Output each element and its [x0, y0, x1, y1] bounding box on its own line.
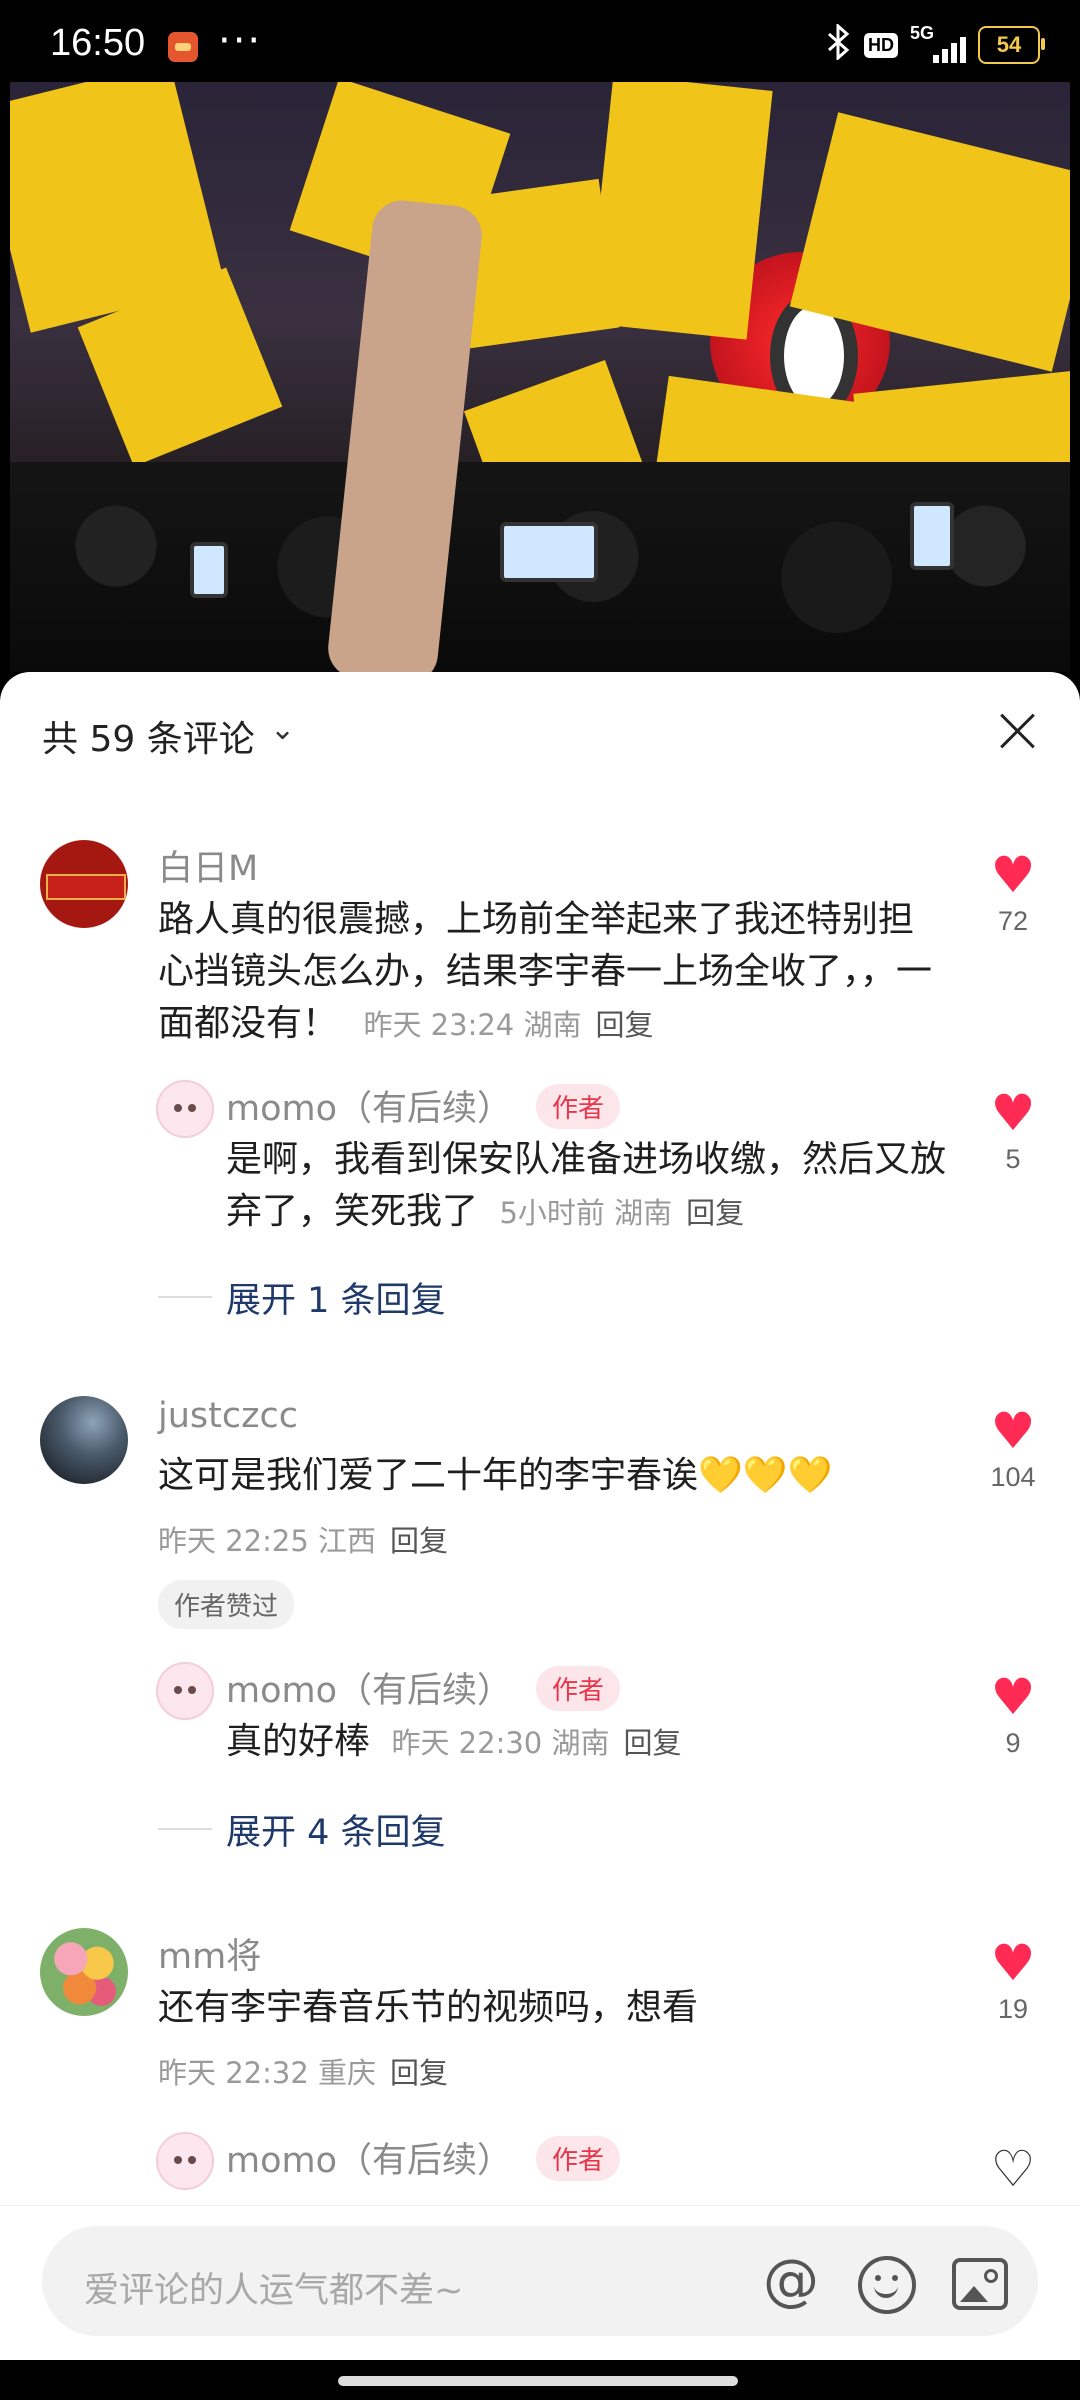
reply-body: 真的好棒 — [226, 1721, 371, 1762]
comment-count[interactable]: 共 59 条评论 — [42, 710, 255, 762]
phone-screen — [500, 522, 598, 582]
phone-screen — [910, 502, 954, 570]
like-count: 5 — [1005, 1144, 1021, 1174]
signal-icon: 5G — [910, 23, 966, 65]
comment-meta-row: 昨天 22:25 江西 回复 — [158, 1518, 448, 1560]
reply-username[interactable]: momo（有后续） — [226, 2132, 512, 2183]
like-count: 104 — [990, 1462, 1036, 1492]
like-count: 72 — [997, 906, 1029, 936]
reply-button[interactable]: 回复 — [623, 1726, 681, 1760]
heart-icon: ♥ — [990, 1084, 1036, 1142]
like-button[interactable]: ♥ 72 — [978, 848, 1048, 937]
bluetooth-icon — [826, 22, 852, 66]
comment-username[interactable]: 白日M — [158, 840, 258, 891]
home-indicator[interactable] — [338, 2376, 738, 2386]
reply-username[interactable]: momo（有后续） — [226, 1662, 512, 1713]
author-liked-badge: 作者赞过 — [158, 1580, 295, 1629]
reply-username[interactable]: momo（有后续） — [226, 1080, 512, 1131]
avatar[interactable] — [156, 1662, 214, 1720]
divider — [158, 1828, 212, 1830]
author-tag: 作者 — [536, 1084, 621, 1129]
reply-meta: 5小时前 湖南 — [499, 1196, 673, 1230]
avatar[interactable] — [40, 840, 128, 928]
author-tag: 作者 — [536, 2136, 621, 2181]
heart-icon: ♥ — [990, 846, 1036, 904]
heart-icon: ♥ — [990, 1668, 1036, 1726]
avatar[interactable] — [156, 1080, 214, 1138]
comment-meta-row: 昨天 22:32 重庆 回复 — [158, 2050, 448, 2092]
like-button[interactable]: ♥ 19 — [978, 1936, 1048, 2025]
like-count: 9 — [1005, 1728, 1021, 1758]
like-count: 19 — [997, 1994, 1029, 2024]
input-placeholder: 爱评论的人运气都不差~ — [84, 2271, 464, 2311]
reply-text: 真的好棒 昨天 22:30 湖南 回复 — [226, 1716, 946, 1769]
heart-icon: ♥ — [990, 1402, 1036, 1460]
emoji-icon[interactable] — [858, 2256, 916, 2314]
comment-text: 路人真的很震撼，上场前全举起来了我还特别担心挡镜头怎么办，结果李宇春一上场全收了… — [158, 894, 938, 1051]
like-button[interactable]: ♡ — [978, 2142, 1048, 2196]
status-bar: 16:50 ··· HD 5G 54 — [0, 0, 1080, 84]
like-button[interactable]: ♥ 9 — [978, 1670, 1048, 1759]
video-player[interactable] — [10, 82, 1070, 672]
navigation-bar — [0, 2360, 1080, 2400]
app-notification-icon — [168, 32, 198, 62]
phone-screen — [190, 542, 228, 598]
comment-text: 这可是我们爱了二十年的李宇春诶💛💛💛 — [158, 1450, 938, 1502]
status-time: 16:50 — [50, 22, 146, 64]
flag — [587, 82, 773, 340]
comment-text: 还有李宇春音乐节的视频吗，想看 — [158, 1982, 938, 2034]
image-icon[interactable] — [952, 2258, 1008, 2310]
reply-button[interactable]: 回复 — [390, 1524, 448, 1558]
comments-header: 共 59 条评论 ⌄ — [0, 672, 1080, 802]
avatar[interactable] — [156, 2132, 214, 2190]
comment-meta: 昨天 22:25 江西 — [158, 1524, 377, 1558]
heart-icon: ♥ — [990, 1934, 1036, 1992]
avatar[interactable] — [40, 1396, 128, 1484]
comment-input-bar: 爱评论的人运气都不差~ @ — [0, 2205, 1080, 2366]
reply-text: 是啊，我看到保安队准备进场收缴，然后又放弃了，笑死我了 5小时前 湖南 回复 — [226, 1134, 946, 1239]
yellow-heart-emoji: 💛💛💛 — [698, 1455, 833, 1496]
comment-username[interactable]: justczcc — [158, 1396, 298, 1436]
avatar[interactable] — [40, 1928, 128, 2016]
comment-meta: 昨天 23:24 湖南 — [363, 1008, 582, 1042]
comments-sheet: 共 59 条评论 ⌄ 白日M 路人真的很震撼，上场前全举起来了我还特别担心挡镜头… — [0, 672, 1080, 2400]
avatar-banner — [46, 874, 126, 900]
hd-badge: HD — [864, 32, 898, 58]
comment-body: 还有李宇春音乐节的视频吗，想看 — [158, 1987, 699, 2028]
heart-outline-icon: ♡ — [990, 2140, 1036, 2198]
close-icon[interactable] — [992, 706, 1042, 756]
comment-meta: 昨天 22:32 重庆 — [158, 2056, 377, 2090]
expand-replies-button[interactable]: 展开 4 条回复 — [226, 1804, 446, 1855]
reply-button[interactable]: 回复 — [390, 2056, 448, 2090]
battery-icon: 54 — [978, 26, 1045, 64]
author-tag: 作者 — [536, 1666, 621, 1711]
reply-button[interactable]: 回复 — [595, 1008, 653, 1042]
chevron-down-icon[interactable]: ⌄ — [270, 712, 295, 747]
more-notifications-icon: ··· — [218, 18, 263, 64]
comment-body: 这可是我们爱了二十年的李宇春诶 — [158, 1455, 699, 1496]
comment-input[interactable]: 爱评论的人运气都不差~ @ — [42, 2226, 1038, 2336]
reply-button[interactable]: 回复 — [686, 1196, 744, 1230]
like-button[interactable]: ♥ 5 — [978, 1086, 1048, 1175]
status-indicators: HD 5G 54 — [826, 22, 1045, 66]
like-button[interactable]: ♥ 104 — [978, 1404, 1048, 1493]
divider — [158, 1296, 212, 1298]
reply-meta: 昨天 22:30 湖南 — [391, 1726, 610, 1760]
network-type: 5G — [910, 23, 935, 43]
comment-username[interactable]: mm将 — [158, 1928, 261, 1979]
at-icon[interactable]: @ — [762, 2252, 820, 2310]
expand-replies-button[interactable]: 展开 1 条回复 — [226, 1272, 446, 1323]
